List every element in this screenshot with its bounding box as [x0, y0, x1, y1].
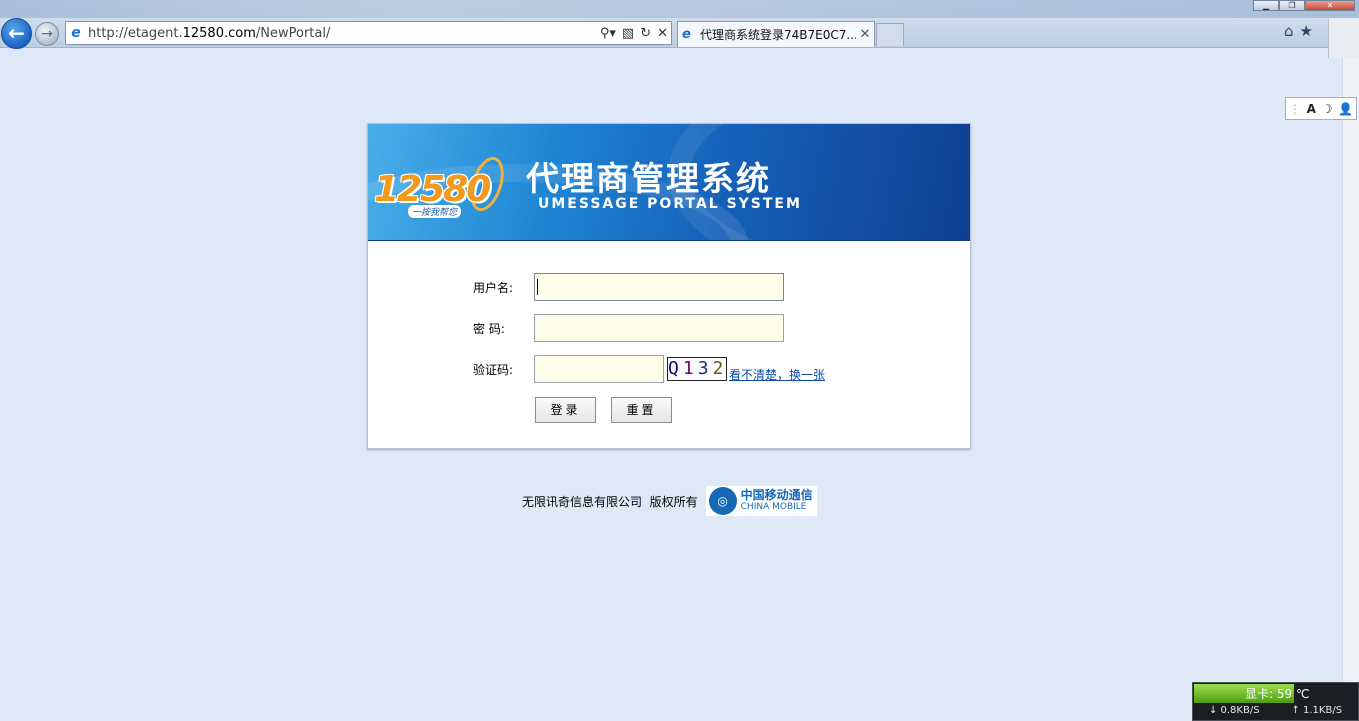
font-toolbar: ⋮ A ☽ 👤 — [1285, 97, 1357, 120]
tools-gear-widget[interactable] — [1328, 18, 1359, 58]
compatibility-view-icon[interactable]: ▧ — [619, 26, 637, 41]
china-mobile-en: CHINA MOBILE — [740, 502, 807, 512]
vertical-scrollbar[interactable] — [1342, 58, 1359, 683]
logo-tagline: 一按我帮您 — [408, 205, 462, 218]
drag-grip-icon[interactable]: ⋮ — [1289, 102, 1301, 116]
tab-title: 代理商系统登录74B7E0C7... — [700, 28, 856, 42]
reset-button[interactable]: 重置 — [611, 397, 672, 423]
captcha-char: 2 — [712, 358, 728, 379]
captcha-char: 1 — [682, 358, 698, 379]
user-icon[interactable]: 👤 — [1338, 102, 1353, 116]
captcha-input[interactable] — [534, 355, 664, 383]
address-bar[interactable]: e http://etagent.12580.com/NewPortal/ ⚲▾… — [65, 21, 672, 45]
stop-icon[interactable]: ✕ — [654, 26, 671, 41]
refresh-icon[interactable]: ↻ — [637, 26, 654, 41]
home-icon[interactable]: ⌂ — [1284, 22, 1294, 40]
font-size-icon[interactable]: A — [1307, 102, 1316, 116]
copyright-text: 无限讯奇信息有限公司 版权所有 — [522, 494, 698, 509]
form-buttons: 登录 重置 — [535, 397, 672, 423]
captcha-row: 验证码: Q132 看不清楚，换一张 — [473, 355, 825, 383]
download-speed: ↓ 0.8KB/S — [1208, 705, 1260, 716]
minimize-icon[interactable]: ▁ — [1253, 0, 1279, 11]
username-label: 用户名: — [473, 280, 514, 295]
captcha-char: Q — [668, 358, 683, 379]
search-icon[interactable]: ⚲▾ — [597, 26, 619, 41]
captcha-char: 3 — [697, 358, 713, 379]
browser-tab-active[interactable]: e 代理商系统登录74B7E0C7... ✕ — [677, 21, 875, 47]
download-value: 0.8KB/S — [1220, 705, 1260, 716]
address-url[interactable]: http://etagent.12580.com/NewPortal/ — [86, 26, 597, 41]
url-scheme: http://etagent. — [88, 25, 183, 41]
maximize-icon[interactable]: ❐ — [1279, 0, 1305, 11]
password-row: 密 码: — [473, 314, 784, 342]
logo-12580: 12580 — [374, 169, 491, 210]
gpu-temperature-widget: 显卡: 59 ℃ ↓ 0.8KB/S ↑ 1.1KB/S — [1192, 682, 1359, 721]
refresh-captcha-link[interactable]: 看不清楚，换一张 — [729, 366, 825, 383]
system-title-cn: 代理商管理系统 — [526, 159, 771, 198]
password-input[interactable] — [534, 314, 784, 342]
favorites-star-icon[interactable]: ★ — [1300, 22, 1313, 40]
window-title-strip — [0, 0, 1359, 18]
china-mobile-logo: ◎ 中国移动通信 CHINA MOBILE — [705, 486, 817, 516]
page-footer: 无限讯奇信息有限公司 版权所有 ◎ 中国移动通信 CHINA MOBILE — [522, 486, 817, 516]
text-caret — [537, 279, 538, 295]
username-input[interactable] — [534, 273, 784, 301]
username-row: 用户名: — [473, 273, 784, 301]
china-mobile-mark-icon: ◎ — [708, 487, 737, 515]
tab-close-icon[interactable]: ✕ — [856, 27, 874, 42]
network-speed: ↓ 0.8KB/S ↑ 1.1KB/S — [1193, 705, 1358, 721]
url-host: 12580.com — [182, 25, 256, 41]
upload-speed: ↑ 1.1KB/S — [1291, 705, 1343, 716]
system-title-en: UMESSAGE PORTAL SYSTEM — [538, 196, 802, 212]
forward-arrow-icon[interactable]: → — [35, 22, 59, 46]
captcha-label: 验证码: — [473, 362, 514, 377]
night-mode-icon[interactable]: ☽ — [1322, 102, 1333, 116]
login-button[interactable]: 登录 — [535, 397, 596, 423]
password-label: 密 码: — [473, 321, 505, 336]
tab-ie-icon: e — [682, 27, 691, 42]
china-mobile-cn: 中国移动通信 — [740, 488, 813, 502]
browser-chrome: ▁ ❐ ✕ ← → e http://etagent.12580.com/New… — [0, 0, 1359, 49]
browser-toolbar-icons: ⌂ ★ — [1284, 22, 1313, 40]
captcha-image[interactable]: Q132 — [667, 357, 727, 381]
upload-value: 1.1KB/S — [1303, 705, 1343, 716]
close-window-icon[interactable]: ✕ — [1305, 0, 1355, 11]
login-panel: 12580 一按我帮您 代理商管理系统 UMESSAGE PORTAL SYST… — [367, 123, 971, 449]
window-controls: ▁ ❐ ✕ — [1253, 0, 1355, 11]
back-arrow-icon[interactable]: ← — [1, 18, 32, 49]
ie-logo-icon: e — [71, 25, 81, 41]
url-path: /NewPortal/ — [255, 25, 331, 41]
system-banner: 12580 一按我帮您 代理商管理系统 UMESSAGE PORTAL SYST… — [368, 124, 970, 241]
gpu-temp-label: 显卡: 59 ℃ — [1245, 687, 1310, 701]
new-tab-button[interactable] — [876, 23, 904, 46]
